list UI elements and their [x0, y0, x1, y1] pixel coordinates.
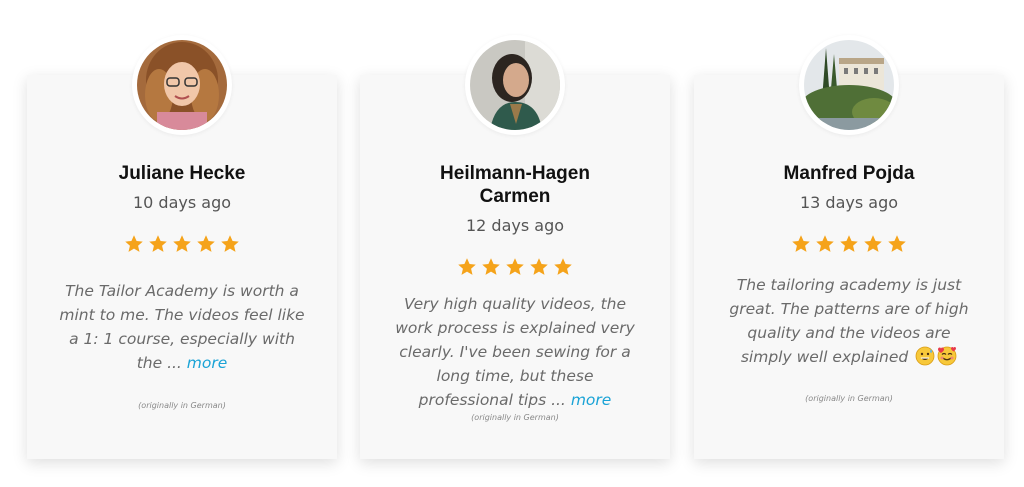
- review-text: The tailoring academy is just great. The…: [694, 273, 1004, 369]
- review-card: Juliane Hecke 10 days ago The Tailor Aca…: [27, 35, 337, 459]
- star-icon: [791, 234, 811, 254]
- avatar: [470, 40, 560, 130]
- star-icon: [839, 234, 859, 254]
- avatar-frame: [132, 35, 232, 135]
- translation-note: (originally in German): [471, 413, 559, 422]
- reviewer-name: Manfred Pojda: [783, 163, 915, 184]
- translation-note: (originally in German): [138, 401, 226, 410]
- star-icon: [863, 234, 883, 254]
- star-rating: [27, 234, 337, 256]
- translation-note: (originally in German): [805, 394, 893, 403]
- more-link[interactable]: more: [571, 391, 612, 409]
- star-icon: [529, 257, 549, 277]
- star-rating: [360, 257, 670, 279]
- reviewer-name: Heilmann-Hagen Carmen: [440, 163, 590, 207]
- reviews-section: Juliane Hecke 10 days ago The Tailor Aca…: [0, 0, 1024, 487]
- review-body: The Tailor Academy is worth a mint to me…: [59, 282, 305, 372]
- star-icon: [815, 234, 835, 254]
- star-icon: [196, 234, 216, 254]
- star-icon: [172, 234, 192, 254]
- avatar: [804, 40, 894, 130]
- star-rating: [694, 234, 1004, 256]
- review-date: 12 days ago: [465, 216, 565, 235]
- review-date: 10 days ago: [132, 193, 232, 212]
- star-icon: [481, 257, 501, 277]
- avatar: [137, 40, 227, 130]
- review-text: Very high quality videos, the work proce…: [360, 292, 670, 412]
- more-link[interactable]: more: [187, 354, 228, 372]
- star-icon: [148, 234, 168, 254]
- review-card: Manfred Pojda 13 days ago The tailoring …: [694, 35, 1004, 459]
- star-icon: [220, 234, 240, 254]
- review-card: Heilmann-Hagen Carmen 12 days ago Very h…: [360, 35, 670, 459]
- star-icon: [887, 234, 907, 254]
- smiling-face-with-hearts-icon: [937, 346, 957, 366]
- reviewer-name: Juliane Hecke: [118, 163, 246, 184]
- review-date: 13 days ago: [799, 193, 899, 212]
- star-icon: [505, 257, 525, 277]
- star-icon: [124, 234, 144, 254]
- star-icon: [457, 257, 477, 277]
- grinning-sweat-emoji-icon: [915, 346, 935, 366]
- review-text: The Tailor Academy is worth a mint to me…: [27, 279, 337, 375]
- avatar-frame: [465, 35, 565, 135]
- star-icon: [553, 257, 573, 277]
- avatar-frame: [799, 35, 899, 135]
